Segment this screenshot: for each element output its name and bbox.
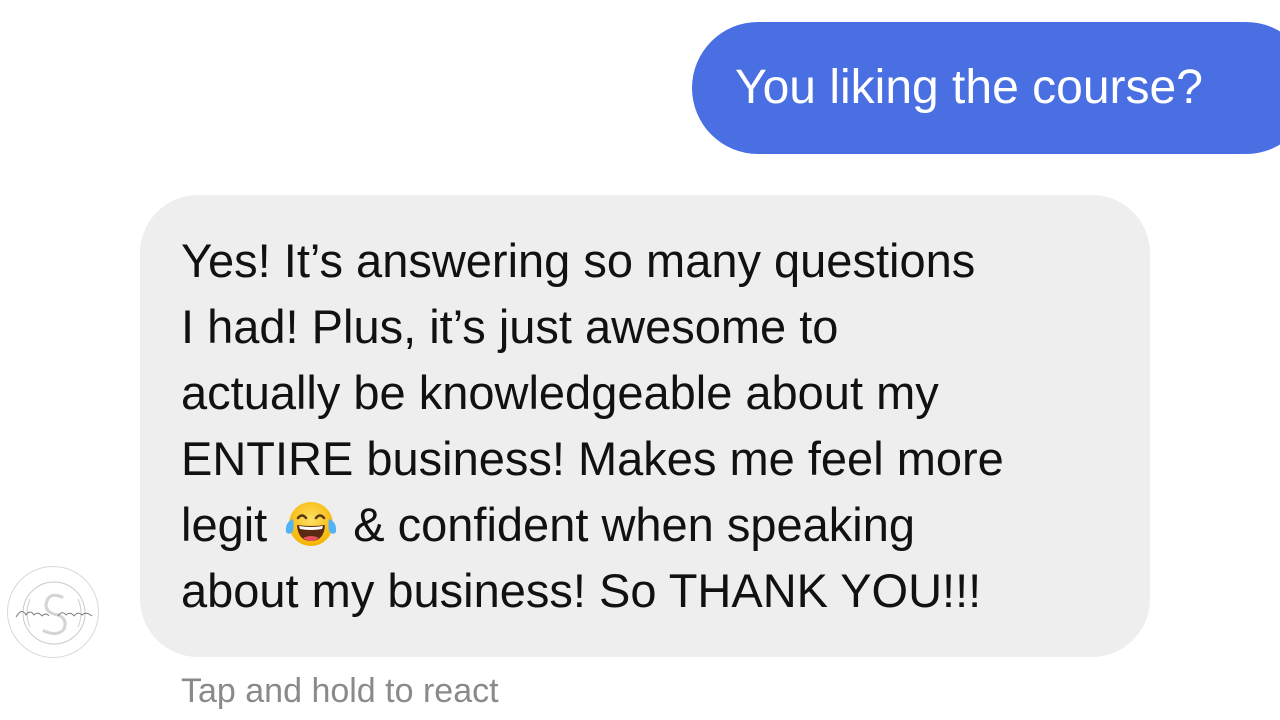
incoming-message-text: Yes! It’s answering so many questions I … <box>181 228 1110 624</box>
message-line: ENTIRE business! Makes me feel more <box>181 432 1004 485</box>
tears-of-joy-emoji-icon <box>281 498 341 550</box>
message-fragment: & confident when speaking <box>353 498 916 551</box>
logo-watermark-icon <box>15 581 93 645</box>
chat-screen: You liking the course? Yes! It’s answeri… <box>0 0 1280 720</box>
sender-avatar[interactable] <box>7 566 99 658</box>
message-line: actually be knowledgeable about my <box>181 366 939 419</box>
message-fragment: legit <box>181 498 268 551</box>
message-line: I had! Plus, it’s just awesome to <box>181 300 839 353</box>
message-line: about my business! So THANK YOU!!! <box>181 564 982 617</box>
react-hint-text: Tap and hold to react <box>181 672 499 710</box>
outgoing-message-text: You liking the course? <box>735 61 1203 114</box>
incoming-message-bubble[interactable]: Yes! It’s answering so many questions I … <box>140 195 1150 657</box>
message-line: Yes! It’s answering so many questions <box>181 234 976 287</box>
message-line-with-emoji: legit & confident when speaking <box>181 492 1110 558</box>
